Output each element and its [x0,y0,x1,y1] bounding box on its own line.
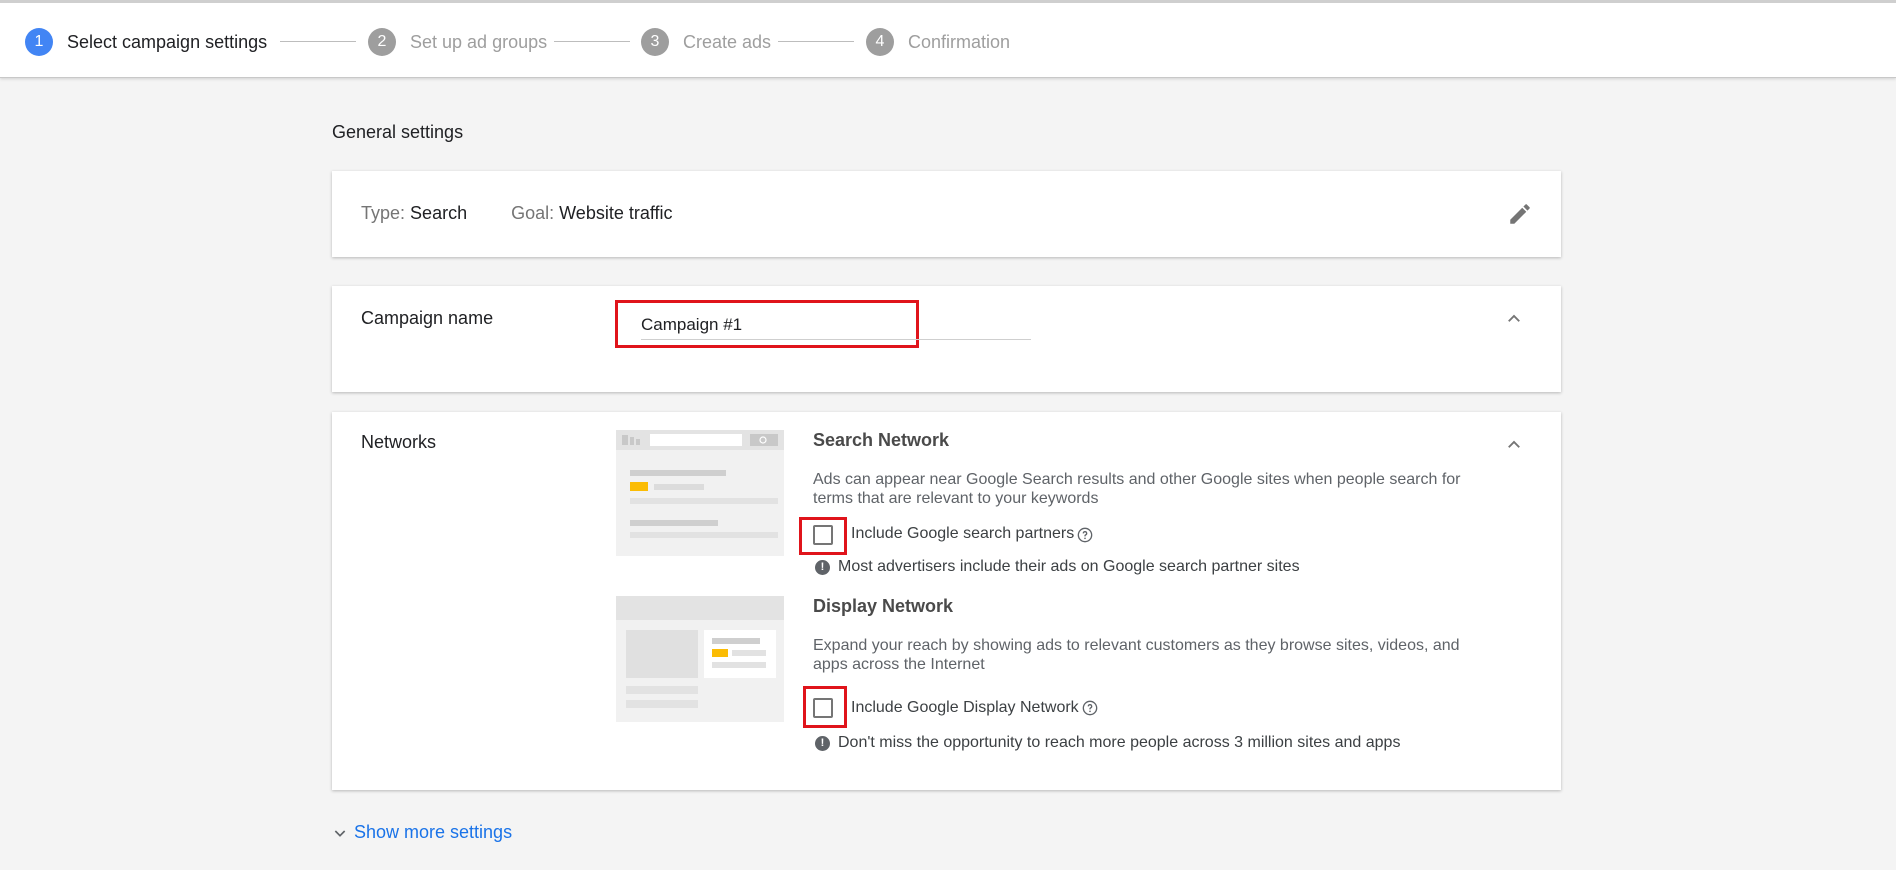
type-goal-summary: Type: Search Goal: Website traffic [361,203,717,224]
campaign-name-card: Campaign name [332,286,1561,392]
display-network-info: ! Don't miss the opportunity to reach mo… [815,734,1400,752]
step-number: 3 [641,28,669,56]
display-network-description: Expand your reach by showing ads to rele… [813,637,1460,673]
search-network-title: Search Network [813,430,950,450]
display-network-illustration [616,596,784,722]
step-connector [554,41,630,42]
step-label: Select campaign settings [67,31,268,52]
campaign-type-card: Type: Search Goal: Website traffic [332,171,1561,257]
search-network-illustration [616,430,784,556]
campaign-stepper: 1 Select campaign settings 2 Set up ad g… [0,0,1896,78]
type-value: Search [410,203,468,223]
type-label: Type: [361,203,406,223]
display-network-label[interactable]: Include Google Display Network [851,699,1079,717]
networks-label: Networks [361,432,437,452]
general-settings-title: General settings [332,122,464,142]
chevron-up-icon[interactable] [1505,310,1523,328]
chevron-up-icon[interactable] [1505,436,1523,454]
alert-icon: ! [815,735,830,751]
search-partners-checkbox[interactable] [813,525,833,545]
step-label: Set up ad groups [410,31,548,52]
goal-value: Website traffic [559,203,673,223]
display-network-checkbox[interactable] [813,698,833,718]
pencil-icon[interactable] [1507,201,1533,227]
step-number: 2 [368,28,396,56]
search-partners-info-text: Most advertisers include their ads on Go… [838,558,1300,575]
step-number: 4 [866,28,894,56]
goal-summary: Goal: Website traffic [511,203,672,224]
display-network-title: Display Network [813,596,954,616]
step-set-up-ad-groups[interactable]: 2 Set up ad groups [368,27,547,57]
chevron-down-icon [334,829,346,837]
display-network-info-text: Don't miss the opportunity to reach more… [838,734,1401,751]
show-more-settings-label: Show more settings [354,822,513,842]
help-icon[interactable] [1077,527,1093,543]
search-partners-label[interactable]: Include Google search partners [851,525,1074,543]
step-label: Confirmation [908,31,1011,52]
step-create-ads[interactable]: 3 Create ads [641,27,771,57]
step-label: Create ads [683,31,772,52]
help-icon[interactable] [1082,700,1098,716]
step-number: 1 [25,28,53,56]
type-summary: Type: Search [361,203,467,224]
networks-card: Networks Search Network Ads can appear n… [332,412,1561,790]
step-connector [280,41,356,42]
step-select-campaign-settings[interactable]: 1 Select campaign settings [25,27,267,57]
campaign-name-label: Campaign name [361,308,494,328]
search-partners-info: ! Most advertisers include their ads on … [815,558,1300,576]
step-confirmation[interactable]: 4 Confirmation [866,27,1010,57]
step-connector [778,41,854,42]
goal-label: Goal: [511,203,555,223]
campaign-name-input[interactable] [641,310,1031,340]
search-network-description: Ads can appear near Google Search result… [813,471,1461,507]
alert-icon: ! [815,559,830,575]
show-more-settings-link[interactable]: Show more settings [332,822,512,843]
